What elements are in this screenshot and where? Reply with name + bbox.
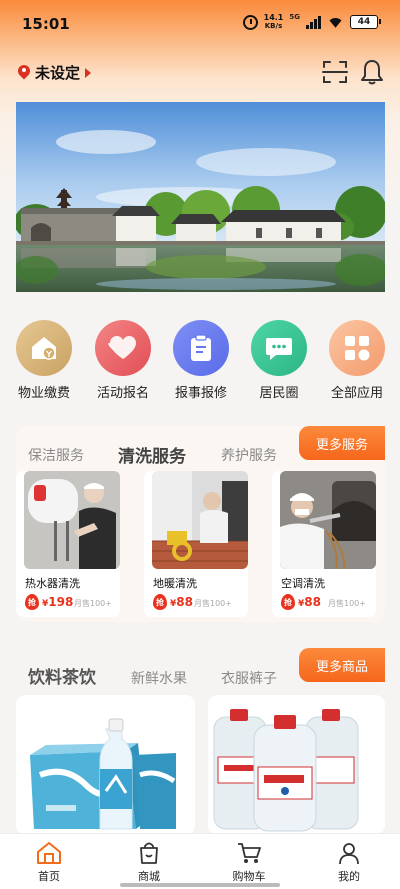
property-fee-icon [16,320,72,376]
tab-fresh-fruit[interactable]: 新鲜水果 [131,668,187,688]
status-time: 15:01 [22,15,70,33]
water-heater-cleaning-image [24,471,120,569]
app-label: 全部应用 [330,386,383,401]
status-bar: 15:01 14.1 KB/s 5G 44 [0,0,400,50]
repair-report-icon [173,320,229,376]
tab-clothes[interactable]: 衣服裤子 [221,668,277,688]
banner-image[interactable] [16,102,385,292]
net-speed-value: 14.1 [263,13,284,22]
wifi-icon [327,16,344,29]
tab-cart[interactable]: 购物车 [219,841,279,884]
service-name: 热水器清洗 [25,577,80,590]
tab-label: 购物车 [232,870,266,883]
service-price: ¥88 [298,595,321,609]
air-conditioner-cleaning-image [280,471,376,569]
app-repair-report[interactable]: 报事报修 [161,320,241,401]
net-speed: 14.1 KB/s [263,13,284,31]
tab-cleaning-service[interactable]: 保洁服务 [28,445,84,465]
floor-heating-cleaning-image [152,471,248,569]
shopping-bag-icon [140,842,158,864]
product-card[interactable] [208,695,385,835]
monthly-sales: 月售100+ [328,599,366,608]
bottled-water-image [208,695,385,835]
location-label: 未设定 [35,64,81,82]
app-label: 报事报修 [174,386,227,401]
tab-mall[interactable]: 商城 [119,841,179,884]
flash-sale-badge: 抢 [25,594,39,610]
all-apps-icon [329,320,385,376]
flash-sale-badge: 抢 [153,594,167,610]
scan-icon[interactable] [322,59,348,85]
tab-label: 我的 [338,870,360,883]
tab-profile[interactable]: 我的 [319,841,379,884]
tab-washing-service[interactable]: 清洗服务 [118,442,186,467]
battery-level: 44 [357,17,371,27]
network-type: 5G [289,13,300,21]
flash-sale-badge: 抢 [281,594,295,610]
location-pin-icon [18,65,30,80]
signal-icon [306,15,321,29]
monthly-sales: 月售100+ [74,599,112,608]
activity-signup-icon [95,320,151,376]
app-resident-circle[interactable]: 居民圈 [239,320,319,401]
service-card[interactable]: 地暖清洗 抢 ¥88 月售100+ [144,471,248,617]
alarm-icon [242,14,258,30]
service-card[interactable]: 空调清洗 抢 ¥88 月售100+ [272,471,376,617]
app-label: 居民圈 [259,386,299,401]
bell-icon[interactable] [360,58,384,85]
battery-icon: 44 [350,15,381,29]
monthly-sales: 月售100+ [194,599,232,608]
status-icons: 14.1 KB/s 5G 44 [242,13,381,31]
tab-drinks[interactable]: 饮料茶饮 [28,663,96,688]
app-label: 物业缴费 [17,386,70,401]
services-section: 保洁服务 清洗服务 养护服务 更多服务 热水器清洗 抢 ¥198 月售100+ [16,426,385,622]
tab-maintenance-service[interactable]: 养护服务 [221,445,277,465]
home-icon [37,842,61,864]
sports-drink-image [16,695,195,835]
price-value: 88 [304,595,321,609]
app-activity-signup[interactable]: 活动报名 [83,320,163,401]
bottom-tab-bar: 首页 商城 购物车 我的 [0,833,400,889]
more-services-button[interactable]: 更多服务 [299,426,385,460]
service-name: 地暖清洗 [153,577,197,590]
app-property-fee[interactable]: 物业缴费 [4,320,84,401]
profile-icon [339,843,359,865]
tab-label: 商城 [138,870,160,883]
location-selector[interactable]: 未设定 [18,62,92,83]
cart-icon [238,843,261,863]
service-name: 空调清洗 [281,577,325,590]
home-indicator [120,883,280,887]
more-goods-button[interactable]: 更多商品 [299,648,385,682]
caret-right-icon [85,67,92,78]
app-label: 活动报名 [96,386,149,401]
service-price: ¥88 [170,595,193,609]
price-value: 198 [48,595,74,609]
quick-apps: 物业缴费 活动报名 报事报修 居民圈 全部应用 [0,320,400,401]
price-value: 88 [176,595,193,609]
resident-circle-icon [251,320,307,376]
product-card[interactable] [16,695,195,835]
tab-home[interactable]: 首页 [19,841,79,884]
net-speed-unit: KB/s [264,22,283,30]
service-card[interactable]: 热水器清洗 抢 ¥198 月售100+ [16,471,120,617]
app-all-apps[interactable]: 全部应用 [317,320,397,401]
tab-label: 首页 [38,870,60,883]
service-price: ¥198 [42,595,73,609]
